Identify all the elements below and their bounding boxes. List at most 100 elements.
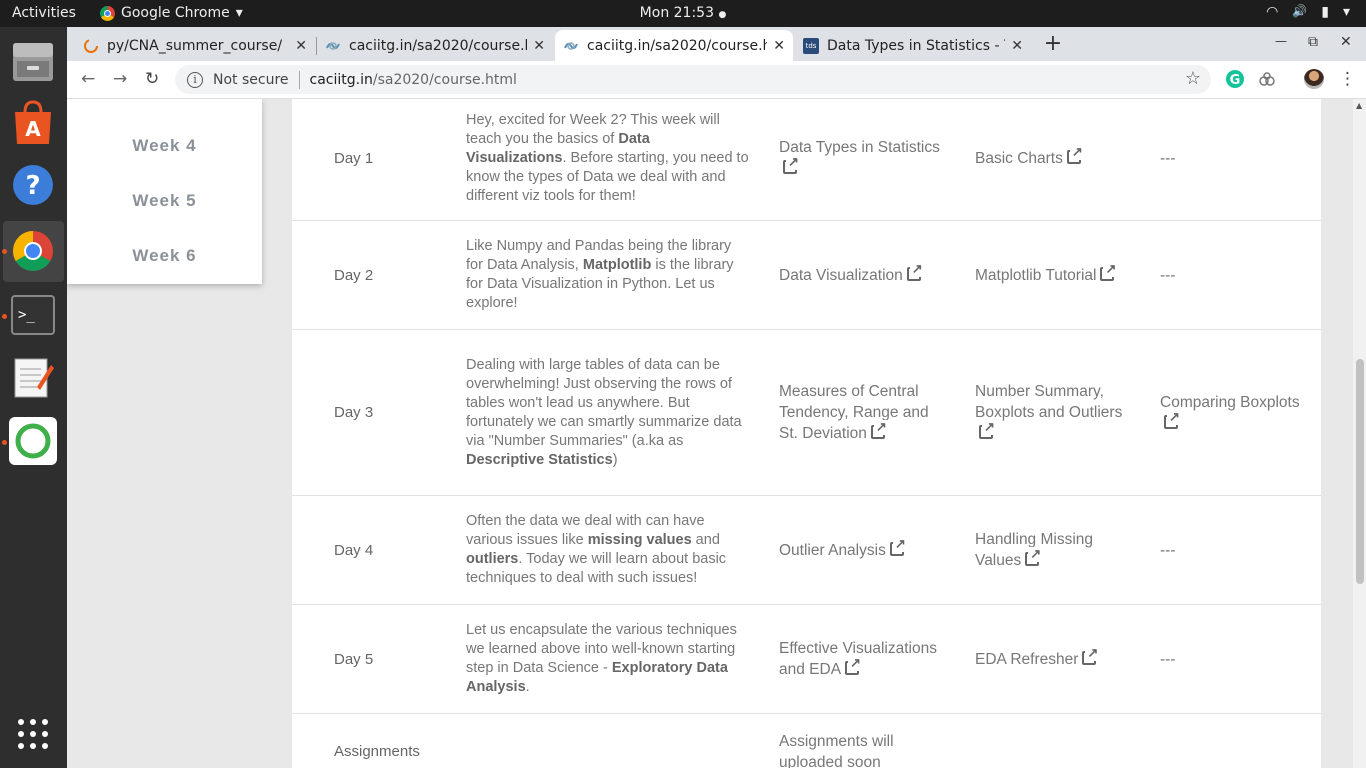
system-top-bar: Activities Google Chrome ▾ Mon 21:53 ● ◠… <box>0 0 1366 27</box>
external-link-icon <box>1100 261 1117 281</box>
url-path: /sa2020/course.html <box>372 71 517 88</box>
week-link[interactable]: Week 4 <box>67 136 262 156</box>
week-link[interactable]: Week 5 <box>67 191 262 211</box>
resource-link[interactable]: EDA Refresher <box>975 605 1140 713</box>
minimize-button[interactable]: — <box>1275 34 1287 48</box>
chevron-down-icon: ▾ <box>1342 4 1350 20</box>
resource-link[interactable]: Data Types in Statistics <box>779 99 949 217</box>
external-link-icon <box>1025 547 1042 566</box>
assignments-note: Assignments will uploaded soon <box>779 733 894 768</box>
tab-title: caciitg.in/sa2020/course.h <box>349 37 528 54</box>
week-link[interactable]: Week 6 <box>67 246 262 266</box>
resource-link[interactable]: Comparing Boxplots <box>1160 330 1300 495</box>
tab-title: Data Types in Statistics - T <box>827 37 1006 54</box>
maximize-button[interactable]: ⧉ <box>1308 34 1318 50</box>
bookmark-star-icon[interactable]: ☆ <box>1185 68 1201 89</box>
browser-toolbar: ← → ↻ i Not secure caciitg.in/sa2020/cou… <box>67 61 1366 99</box>
apps-grid-icon[interactable] <box>16 717 50 751</box>
external-link-icon <box>845 656 861 675</box>
extension-icon[interactable] <box>1258 70 1276 88</box>
activities-button[interactable]: Activities <box>12 5 76 21</box>
table-row: Day 3 Dealing with large tables of data … <box>292 330 1321 496</box>
forward-button[interactable]: → <box>113 69 127 89</box>
tab-github[interactable]: py/CNA_summer_course/ ✕ <box>75 30 315 61</box>
chrome-menu-button[interactable]: ⋮ <box>1339 69 1356 89</box>
external-link-icon <box>1066 144 1083 164</box>
table-row: Assignments Assignments will uploaded so… <box>292 714 1321 768</box>
running-indicator <box>2 249 7 254</box>
not-secure-label: Not secure <box>213 71 289 88</box>
anaconda-icon[interactable] <box>9 417 57 465</box>
back-button[interactable]: ← <box>81 69 95 89</box>
grammarly-icon[interactable]: G <box>1226 70 1244 88</box>
week-nav: Week 4 Week 5 Week 6 <box>67 99 262 284</box>
resource-link[interactable]: Handling Missing Values <box>975 496 1140 604</box>
url-host: caciitg.in <box>309 71 373 88</box>
external-link-icon <box>906 261 923 281</box>
chevron-down-icon: ▾ <box>235 5 243 21</box>
battery-icon: ▮ <box>1321 4 1329 20</box>
resource-link[interactable]: Matplotlib Tutorial <box>975 221 1140 329</box>
tds-favicon-icon: tds <box>803 37 819 54</box>
day-label: Day 2 <box>334 266 374 284</box>
app-name: Google Chrome <box>121 5 230 21</box>
day-label: Day 1 <box>334 149 374 167</box>
page-scrollbar[interactable]: ▲ <box>1353 99 1366 768</box>
tab-course-1[interactable]: caciitg.in/sa2020/course.h ✕ <box>317 30 553 61</box>
resource-link[interactable]: Effective Visualizations and EDA <box>779 605 949 713</box>
chrome-icon[interactable] <box>9 227 57 275</box>
system-tray[interactable]: ◠ 🔊 ▮ ▾ <box>1266 4 1350 20</box>
empty-resource: --- <box>1160 149 1176 167</box>
avatar[interactable] <box>1304 69 1324 89</box>
close-icon[interactable]: ✕ <box>295 38 307 54</box>
volume-icon: 🔊 <box>1292 4 1308 18</box>
table-row: Day 4 Often the data we deal with can ha… <box>292 496 1321 605</box>
resource-link[interactable]: Basic Charts <box>975 99 1140 217</box>
external-link-icon <box>889 536 906 556</box>
text-editor-icon[interactable] <box>9 353 57 401</box>
scroll-up-icon[interactable]: ▲ <box>1356 101 1362 110</box>
resource-link[interactable]: Measures of Central Tendency, Range and … <box>779 330 949 495</box>
close-icon[interactable]: ✕ <box>533 38 545 54</box>
app-menu[interactable]: Google Chrome ▾ <box>100 5 243 21</box>
resource-link[interactable]: Data Visualization <box>779 221 949 329</box>
day-label: Day 5 <box>334 650 374 668</box>
terminal-icon[interactable]: >_ <box>9 291 57 339</box>
external-link-icon <box>870 420 887 439</box>
tab-title: py/CNA_summer_course/ <box>107 37 283 54</box>
day-description: Like Numpy and Pandas being the library … <box>466 238 734 311</box>
svg-text:A: A <box>25 117 41 141</box>
resource-link[interactable]: Outlier Analysis <box>779 496 949 604</box>
info-icon[interactable]: i <box>187 71 203 88</box>
wifi-icon: ◠ <box>1266 4 1279 20</box>
page-viewport: Week 4 Week 5 Week 6 Day 1 Hey, excited … <box>67 99 1353 768</box>
reload-button[interactable]: ↻ <box>145 69 159 89</box>
divider <box>298 70 300 89</box>
new-tab-button[interactable]: + <box>1039 32 1067 58</box>
day-description: Often the data we deal with can have var… <box>466 513 727 586</box>
external-link-icon <box>1164 409 1180 429</box>
day-description: Hey, excited for Week 2? This week will … <box>466 111 749 204</box>
external-link-icon <box>1082 645 1099 665</box>
close-icon[interactable]: ✕ <box>1011 38 1023 54</box>
software-center-icon[interactable]: A <box>9 99 57 147</box>
scrollbar-thumb[interactable] <box>1356 359 1364 584</box>
clock[interactable]: Mon 21:53 <box>640 5 714 21</box>
files-icon[interactable] <box>9 37 57 85</box>
tab-data-types[interactable]: tds Data Types in Statistics - T ✕ <box>795 30 1031 61</box>
help-icon[interactable]: ? <box>9 161 57 209</box>
site-favicon-icon <box>326 41 340 50</box>
dock: A ? >_ <box>0 27 67 768</box>
table-row: Day 2 Like Numpy and Pandas being the li… <box>292 221 1321 330</box>
external-link-icon <box>783 155 799 174</box>
close-icon[interactable]: ✕ <box>773 38 785 54</box>
running-indicator <box>2 440 7 445</box>
tab-course-active[interactable]: caciitg.in/sa2020/course.h ✕ <box>555 30 793 61</box>
course-table: Day 1 Hey, excited for Week 2? This week… <box>292 99 1321 768</box>
window-close-button[interactable]: ✕ <box>1340 34 1352 50</box>
notification-dot-icon: ● <box>718 10 727 20</box>
address-bar[interactable]: i Not secure caciitg.in/sa2020/course.ht… <box>175 65 1211 94</box>
table-row: Day 5 Let us encapsulate the various tec… <box>292 605 1321 714</box>
day-label: Assignments <box>334 742 420 760</box>
resource-link[interactable]: Number Summary, Boxplots and Outliers <box>975 330 1140 495</box>
